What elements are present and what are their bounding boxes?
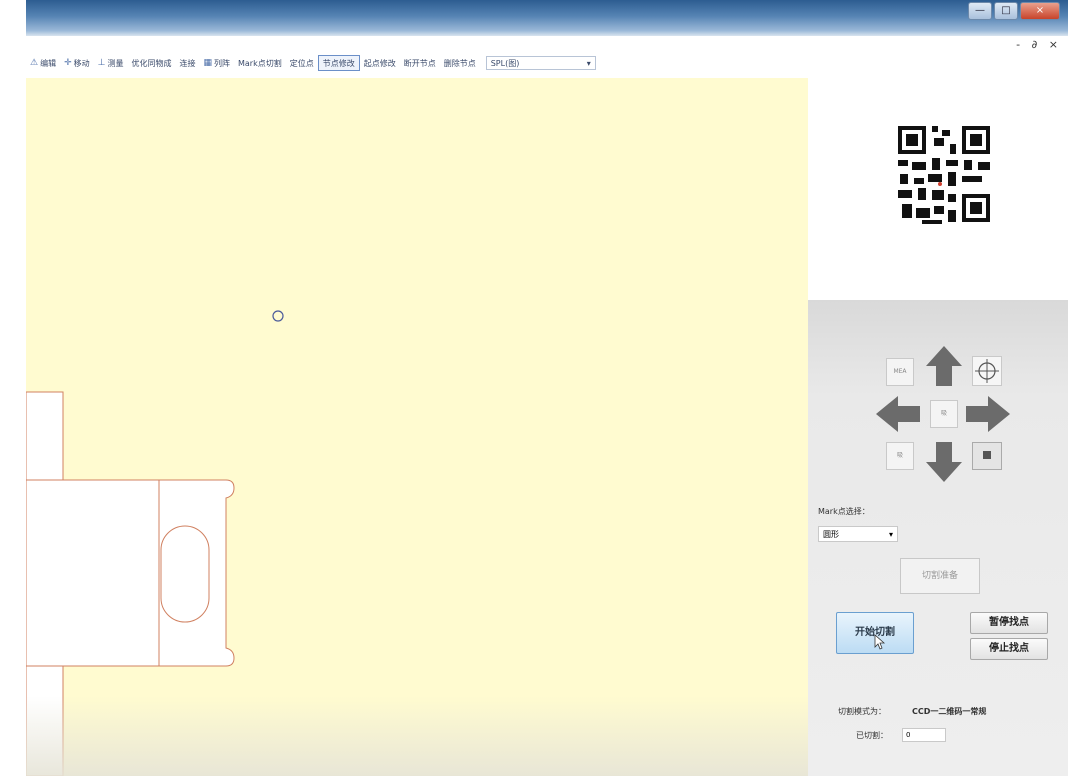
toolbar-start-edit[interactable]: 起点修改	[360, 58, 400, 69]
cut-path-drawing	[26, 310, 284, 776]
stop-find-button[interactable]: 停止找点	[970, 638, 1048, 660]
origin-marker-icon	[272, 310, 284, 322]
toolbar-label: 测量	[107, 58, 124, 68]
qr-code-icon	[892, 120, 996, 230]
toolbar-array[interactable]: ▦ 列阵	[199, 58, 234, 69]
toolbar-label: 列阵	[213, 58, 230, 68]
toolbar-node-edit[interactable]: 节点修改	[317, 55, 360, 71]
file-type-select[interactable]: SPL(图) ▾	[485, 56, 596, 70]
cut-mode-value: CCD一二维码一常规	[912, 707, 987, 716]
maximize-button[interactable]: □	[994, 2, 1018, 20]
toolbar-delete-node[interactable]: 删除节点	[440, 58, 480, 69]
toolbar-label: Mark点切割	[237, 58, 282, 68]
toolbar-optimize[interactable]: 优化同物成	[127, 58, 175, 69]
crosshair-icon[interactable]	[972, 356, 1002, 386]
toolbar-label: 节点修改	[322, 58, 355, 68]
toolbar: ⚠ 编辑 ✛ 移动 ⊥ 测量 优化同物成 连接 ▦ 列阵 Mark点切割 定位点…	[26, 52, 806, 74]
toolbar-locate-point[interactable]: 定位点	[286, 58, 318, 69]
toolbar-label: 定位点	[289, 58, 314, 68]
toolbar-label: 编辑	[40, 58, 57, 68]
toolbar-measure[interactable]: ⊥ 测量	[94, 58, 128, 69]
cut-prepare-button[interactable]: 切割准备	[900, 558, 980, 594]
array-icon: ▦	[203, 58, 212, 68]
close-button[interactable]: ×	[1020, 2, 1060, 20]
dpad-bottom-left-button[interactable]: 吸	[886, 442, 914, 470]
toolbar-move[interactable]: ✛ 移动	[60, 58, 94, 69]
toolbar-label: 连接	[179, 58, 196, 68]
canvas-bottom-shade	[26, 696, 808, 776]
window-title-bar: — □ ×	[26, 0, 1068, 36]
arrow-down-icon[interactable]	[924, 440, 964, 484]
arrow-up-icon[interactable]	[924, 344, 964, 388]
arrow-right-icon[interactable]	[964, 394, 1012, 434]
drawing-canvas[interactable]	[26, 78, 808, 776]
pause-find-button[interactable]: 暂停找点	[970, 612, 1048, 634]
toolbar-label: 断开节点	[403, 58, 436, 68]
mark-select-label: Mark点选择：	[818, 507, 870, 516]
toolbar-label: 删除节点	[443, 58, 476, 68]
dpad-top-left-button[interactable]: MEA	[886, 358, 914, 386]
toolbar-connect[interactable]: 连接	[175, 58, 199, 69]
chevron-down-icon: ▾	[586, 58, 591, 68]
toolbar-label: 优化同物成	[131, 58, 172, 68]
edit-icon: ⚠	[30, 58, 39, 68]
dpad-center-button[interactable]: 吸	[930, 400, 958, 428]
measure-icon: ⊥	[97, 58, 106, 68]
file-type-value: SPL(图)	[490, 58, 520, 68]
window-controls: — □ ×	[968, 2, 1060, 20]
cut-count-label: 已切割：	[856, 731, 888, 740]
toolbar-mark-cut[interactable]: Mark点切割	[234, 58, 286, 69]
toolbar-break-node[interactable]: 断开节点	[400, 58, 440, 69]
mouse-cursor-icon	[874, 634, 886, 650]
arrow-left-icon[interactable]	[874, 394, 922, 434]
toolbar-edit[interactable]: ⚠ 编辑	[26, 58, 60, 69]
toolbar-label: 起点修改	[363, 58, 396, 68]
cut-count-field: 0	[902, 728, 946, 742]
mark-type-value: 圆形	[823, 529, 839, 539]
toolbar-label: 移动	[73, 58, 90, 68]
vacuum-toggle-icon[interactable]	[972, 442, 1002, 470]
cut-mode-label: 切割模式为：	[838, 707, 886, 716]
mdi-window-controls[interactable]: - ∂ ×	[1016, 38, 1062, 51]
chevron-down-icon: ▾	[888, 529, 893, 539]
mark-type-select[interactable]: 圆形 ▾	[818, 526, 898, 542]
minimize-button[interactable]: —	[968, 2, 992, 20]
move-icon: ✛	[64, 58, 72, 68]
